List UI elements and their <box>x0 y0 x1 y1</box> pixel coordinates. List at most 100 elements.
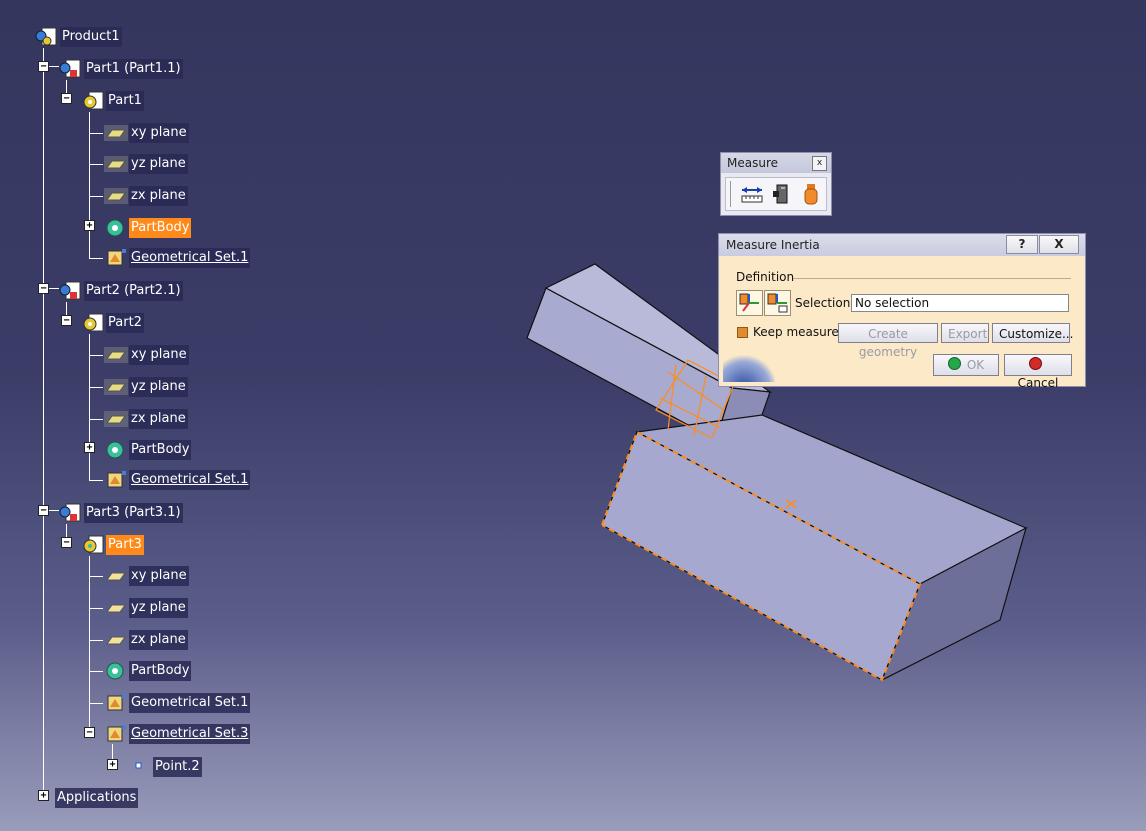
selection-label: Selection : <box>795 296 859 310</box>
create-geometry-button[interactable]: Create geometry <box>838 323 938 359</box>
tree-label-xy-plane[interactable]: xy plane <box>129 123 189 143</box>
tree-node-part2-yz-plane[interactable]: yz plane <box>103 376 188 398</box>
tree-label-applications[interactable]: Applications <box>55 788 139 808</box>
inertia-2d-mode-button[interactable] <box>764 290 791 316</box>
collapse-part1-icon-2[interactable]: − <box>61 93 72 104</box>
toolbar-grip[interactable] <box>730 181 737 207</box>
tree-label-point[interactable]: Point.2 <box>153 757 202 777</box>
tree-label-zx-plane[interactable]: zx plane <box>129 409 188 429</box>
measure-inertia-icon[interactable] <box>796 179 826 209</box>
tree-label-geoset[interactable]: Geometrical Set.1 <box>129 470 251 490</box>
plane-icon <box>103 376 129 398</box>
export-button[interactable]: Export <box>941 323 989 343</box>
tree-label-yz-plane[interactable]: yz plane <box>129 154 188 174</box>
dialog-title: Measure Inertia <box>726 238 820 252</box>
expand-applications-icon[interactable]: + <box>38 790 49 801</box>
tree-node-part3-geoset3[interactable]: Geometrical Set.3 <box>103 723 251 745</box>
help-button[interactable]: ? <box>1006 235 1038 254</box>
customize-button[interactable]: Customize... <box>992 323 1073 343</box>
close-button[interactable]: X <box>1039 235 1079 254</box>
product-icon <box>34 26 60 48</box>
tree-node-part1[interactable]: Part1 <box>80 90 144 112</box>
tree-label-part2[interactable]: Part2 <box>106 313 144 333</box>
collapse-part2-icon[interactable]: − <box>38 283 49 294</box>
keep-measure-label[interactable]: Keep measure <box>753 325 839 339</box>
expand-partbody-icon[interactable]: + <box>84 220 95 231</box>
tree-node-applications[interactable]: Applications <box>55 787 139 809</box>
inertia-3d-mode-button[interactable] <box>736 290 763 316</box>
tree-node-part1-xy-plane[interactable]: xy plane <box>103 122 189 144</box>
collapse-part3-icon[interactable]: − <box>38 505 49 516</box>
tree-node-part2-partbody[interactable]: PartBody <box>103 439 192 461</box>
dialog-title-bar[interactable]: Measure Inertia ? X <box>719 234 1085 256</box>
ok-icon <box>947 357 961 370</box>
tree-label-xy-plane[interactable]: xy plane <box>129 566 189 586</box>
keep-measure-checkbox[interactable] <box>737 327 748 338</box>
tree-node-part2-instance[interactable]: Part2 (Part2.1) <box>58 280 183 302</box>
3d-viewport[interactable]: Product1 − Part1 (Part1.1) − Part1 xy pl… <box>0 0 1146 831</box>
geometrical-set-icon <box>103 247 129 269</box>
tree-label-geoset[interactable]: Geometrical Set.1 <box>129 693 251 713</box>
cancel-label: Cancel <box>1017 376 1059 390</box>
collapse-part2-icon-2[interactable]: − <box>61 315 72 326</box>
tree-label-part3[interactable]: Part3 <box>106 535 144 555</box>
tree-label-xy-plane[interactable]: xy plane <box>129 345 189 365</box>
tree-label-partbody[interactable]: PartBody <box>129 440 192 460</box>
tree-node-part3-yz-plane[interactable]: yz plane <box>103 597 188 619</box>
tree-node-part1-partbody[interactable]: PartBody <box>103 217 192 239</box>
expand-point-icon[interactable]: + <box>107 759 118 770</box>
lower-block[interactable] <box>601 414 1028 682</box>
tree-node-part1-geoset1[interactable]: Geometrical Set.1 <box>103 247 251 269</box>
tree-label-root[interactable]: Product1 <box>60 27 122 47</box>
tree-label-partbody[interactable]: PartBody <box>129 218 192 238</box>
partbody-gear-icon <box>103 217 129 239</box>
tree-node-part3-instance[interactable]: Part3 (Part3.1) <box>58 502 183 524</box>
tree-node-part2[interactable]: Part2 <box>80 312 144 334</box>
plane-icon <box>103 185 129 207</box>
tree-node-part1-instance[interactable]: Part1 (Part1.1) <box>58 58 183 80</box>
expand-partbody-icon[interactable]: + <box>84 442 95 453</box>
tree-label-part2-instance[interactable]: Part2 (Part2.1) <box>84 281 183 301</box>
tree-label-partbody[interactable]: PartBody <box>129 661 192 681</box>
tree-node-part3-xy-plane[interactable]: xy plane <box>103 565 189 587</box>
geometrical-set-icon <box>103 469 129 491</box>
tree-label-yz-plane[interactable]: yz plane <box>129 377 188 397</box>
toolbar-close-button[interactable]: x <box>812 156 827 171</box>
tree-node-part2-xy-plane[interactable]: xy plane <box>103 344 189 366</box>
tree-label-yz-plane[interactable]: yz plane <box>129 598 188 618</box>
tree-label-zx-plane[interactable]: zx plane <box>129 630 188 650</box>
measure-between-icon[interactable] <box>737 179 767 209</box>
plane-icon <box>103 597 129 619</box>
definition-group-label: Definition <box>736 270 795 284</box>
part-gear-icon <box>80 90 106 112</box>
collapse-part1-icon[interactable]: − <box>38 61 49 72</box>
measure-item-icon[interactable] <box>767 179 797 209</box>
tree-node-part3-geoset1[interactable]: Geometrical Set.1 <box>103 692 251 714</box>
tree-label-geoset[interactable]: Geometrical Set.3 <box>129 724 251 744</box>
tree-node-part2-zx-plane[interactable]: zx plane <box>103 408 188 430</box>
tree-label-zx-plane[interactable]: zx plane <box>129 186 188 206</box>
part-instance-icon <box>58 280 84 302</box>
tree-node-root[interactable]: Product1 <box>34 26 122 48</box>
toolbar-title[interactable]: Measure x <box>721 153 831 173</box>
selection-field[interactable]: No selection <box>851 294 1069 312</box>
tree-label-part1[interactable]: Part1 <box>106 91 144 111</box>
tree-label-geoset[interactable]: Geometrical Set.1 <box>129 248 251 268</box>
toolbar-title-text: Measure <box>727 156 778 170</box>
cancel-button[interactable]: Cancel <box>1004 354 1072 390</box>
tree-label-part1-instance[interactable]: Part1 (Part1.1) <box>84 59 183 79</box>
tree-node-part2-geoset1[interactable]: Geometrical Set.1 <box>103 469 251 491</box>
part-instance-icon <box>58 502 84 524</box>
tree-node-part1-zx-plane[interactable]: zx plane <box>103 185 188 207</box>
plane-icon <box>103 408 129 430</box>
tree-node-part1-yz-plane[interactable]: yz plane <box>103 153 188 175</box>
toolbar-buttons <box>725 177 827 211</box>
collapse-part3-icon-2[interactable]: − <box>61 537 72 548</box>
tree-node-part3-zx-plane[interactable]: zx plane <box>103 629 188 651</box>
tree-node-part3[interactable]: Part3 <box>80 534 144 556</box>
tree-node-point2[interactable]: Point.2 <box>127 756 202 778</box>
tree-label-part3-instance[interactable]: Part3 (Part3.1) <box>84 503 183 523</box>
ok-button[interactable]: OK <box>933 354 999 376</box>
collapse-geoset3-icon[interactable]: − <box>84 727 95 738</box>
tree-node-part3-partbody[interactable]: PartBody <box>103 660 192 682</box>
